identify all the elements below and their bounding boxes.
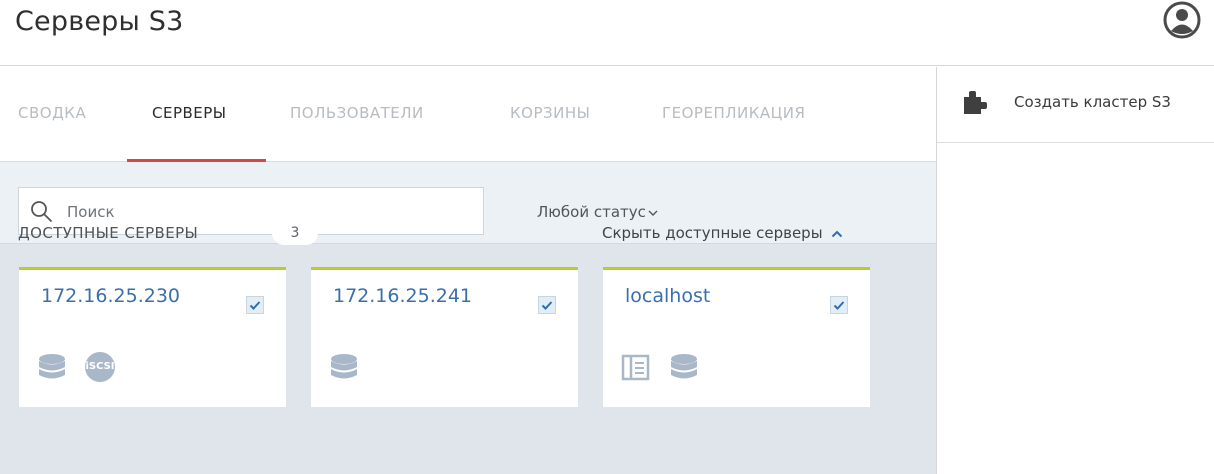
tab-servers[interactable]: СЕРВЕРЫ: [152, 104, 227, 122]
hide-available-servers-label: Скрыть доступные серверы: [602, 224, 823, 242]
server-name-link[interactable]: 172.16.25.241: [333, 285, 472, 307]
search-input[interactable]: [65, 198, 469, 226]
storage-disk-icon: [39, 354, 65, 379]
server-checkbox[interactable]: [538, 296, 556, 314]
tab-georeplication[interactable]: ГЕОРЕПЛИКАЦИЯ: [662, 104, 805, 122]
page-header: Серверы S3: [0, 0, 1214, 66]
iscsi-icon: iSCSI: [85, 352, 115, 382]
tab-buckets[interactable]: КОРЗИНЫ: [510, 104, 590, 122]
tab-users[interactable]: ПОЛЬЗОВАТЕЛИ: [290, 104, 424, 122]
create-s3-cluster-button[interactable]: Создать кластер S3: [937, 67, 1214, 143]
server-checkbox[interactable]: [830, 296, 848, 314]
chevron-up-icon: [831, 230, 842, 237]
hide-available-servers-link[interactable]: Скрыть доступные серверы: [602, 224, 843, 242]
status-filter-dropdown[interactable]: Любой статус: [537, 203, 658, 221]
checkmark-icon: [541, 301, 553, 310]
server-name-link[interactable]: localhost: [625, 285, 710, 307]
puzzle-icon: [964, 91, 987, 114]
server-name-link[interactable]: 172.16.25.230: [41, 285, 180, 307]
main-content: СВОДКА СЕРВЕРЫ ПОЛЬЗОВАТЕЛИ КОРЗИНЫ ГЕОР…: [0, 67, 937, 474]
storage-disk-icon: [331, 354, 357, 379]
tab-bar: СВОДКА СЕРВЕРЫ ПОЛЬЗОВАТЕЛИ КОРЗИНЫ ГЕОР…: [0, 67, 936, 162]
server-card[interactable]: localhost: [603, 267, 870, 407]
server-card[interactable]: 172.16.25.230 iSCSI: [19, 267, 286, 407]
storage-disk-icon: [671, 354, 697, 379]
create-s3-cluster-label: Создать кластер S3: [1014, 93, 1171, 111]
available-count-badge: 3: [272, 221, 318, 245]
checkmark-icon: [249, 301, 261, 310]
user-circle-icon[interactable]: [1162, 0, 1202, 40]
right-sidebar: Создать кластер S3: [937, 67, 1214, 474]
search-icon: [31, 201, 52, 222]
status-filter-label: Любой статус: [537, 203, 646, 221]
metadata-panel-icon: [621, 354, 650, 381]
server-checkbox[interactable]: [246, 296, 264, 314]
checkmark-icon: [833, 301, 845, 310]
tab-summary[interactable]: СВОДКА: [18, 104, 86, 122]
server-card[interactable]: 172.16.25.241: [311, 267, 578, 407]
chevron-down-icon: [648, 210, 658, 216]
available-servers-title: ДОСТУПНЫЕ СЕРВЕРЫ: [18, 224, 199, 242]
page-title: Серверы S3: [15, 6, 184, 37]
